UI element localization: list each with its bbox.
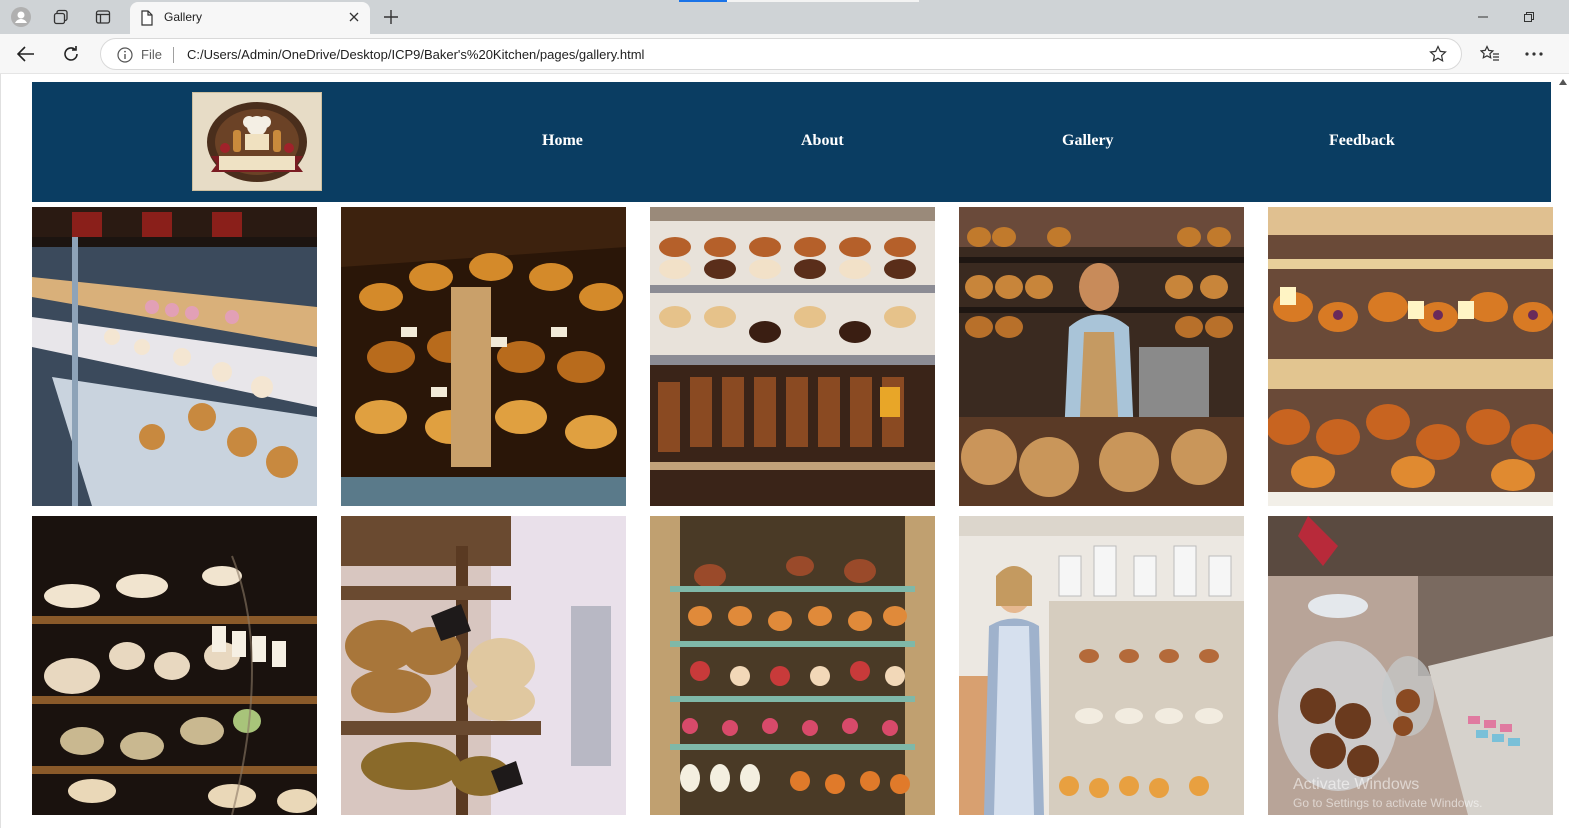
gallery-image-croissant-counter[interactable] (341, 207, 626, 506)
restore-icon[interactable] (1507, 0, 1551, 34)
gallery-image-baker-at-shelves[interactable] (959, 207, 1244, 506)
workspaces-icon[interactable] (50, 6, 72, 28)
vertical-tabs-icon[interactable] (92, 6, 114, 28)
activate-windows-watermark: Activate Windows Go to Settings to activ… (1293, 776, 1482, 812)
bakers-kitchen-logo[interactable] (192, 92, 322, 191)
gallery-image-dark-dessert-case[interactable] (32, 516, 317, 815)
favorites-icon[interactable] (1478, 42, 1502, 66)
page-viewport: Home About Gallery Feedback Activate Win… (0, 74, 1569, 828)
star-icon[interactable] (1429, 45, 1447, 68)
gallery-image-smiling-baker[interactable] (959, 516, 1244, 815)
back-arrow-icon[interactable] (14, 42, 38, 66)
nav-link-gallery[interactable]: Gallery (1062, 132, 1114, 150)
gallery-image-display-case[interactable] (32, 207, 317, 506)
gallery-image-cake-shelves[interactable] (650, 207, 935, 506)
watermark-title: Activate Windows (1293, 776, 1420, 793)
page-icon (140, 10, 154, 31)
tab-gallery[interactable]: Gallery (130, 2, 370, 34)
gallery-image-bread-shelf[interactable] (341, 516, 626, 815)
new-tab-icon[interactable] (380, 6, 402, 28)
refresh-icon[interactable] (59, 42, 83, 66)
tab-strip-highlight (727, 0, 919, 2)
browser-toolbar: File C:/Users/Admin/OneDrive/Desktop/ICP… (0, 34, 1569, 74)
more-options-icon[interactable] (1522, 42, 1546, 66)
close-icon[interactable] (346, 9, 362, 25)
scroll-up-icon[interactable] (1559, 78, 1567, 86)
gallery-image-colorful-cakes[interactable] (650, 516, 935, 815)
gallery-image-cookie-jars[interactable] (1268, 516, 1553, 815)
tab-strip-accent (679, 0, 727, 2)
nav-link-feedback[interactable]: Feedback (1329, 132, 1395, 150)
scheme-label: File (141, 47, 162, 62)
gallery-image-danish-pastries[interactable] (1268, 207, 1553, 506)
profile-icon[interactable] (10, 6, 32, 28)
minimize-icon[interactable] (1461, 0, 1505, 34)
info-icon[interactable] (117, 47, 133, 68)
nav-link-home[interactable]: Home (542, 132, 583, 150)
nav-link-about[interactable]: About (801, 132, 844, 150)
tab-title: Gallery (164, 10, 203, 24)
address-bar[interactable]: File C:/Users/Admin/OneDrive/Desktop/ICP… (100, 38, 1462, 70)
watermark-subtitle: Go to Settings to activate Windows. (1293, 796, 1483, 810)
url-text[interactable]: C:/Users/Admin/OneDrive/Desktop/ICP9/Bak… (187, 47, 644, 62)
address-separator (173, 47, 174, 63)
browser-tab-bar: Gallery (0, 0, 1569, 34)
site-header: Home About Gallery Feedback (32, 82, 1551, 202)
